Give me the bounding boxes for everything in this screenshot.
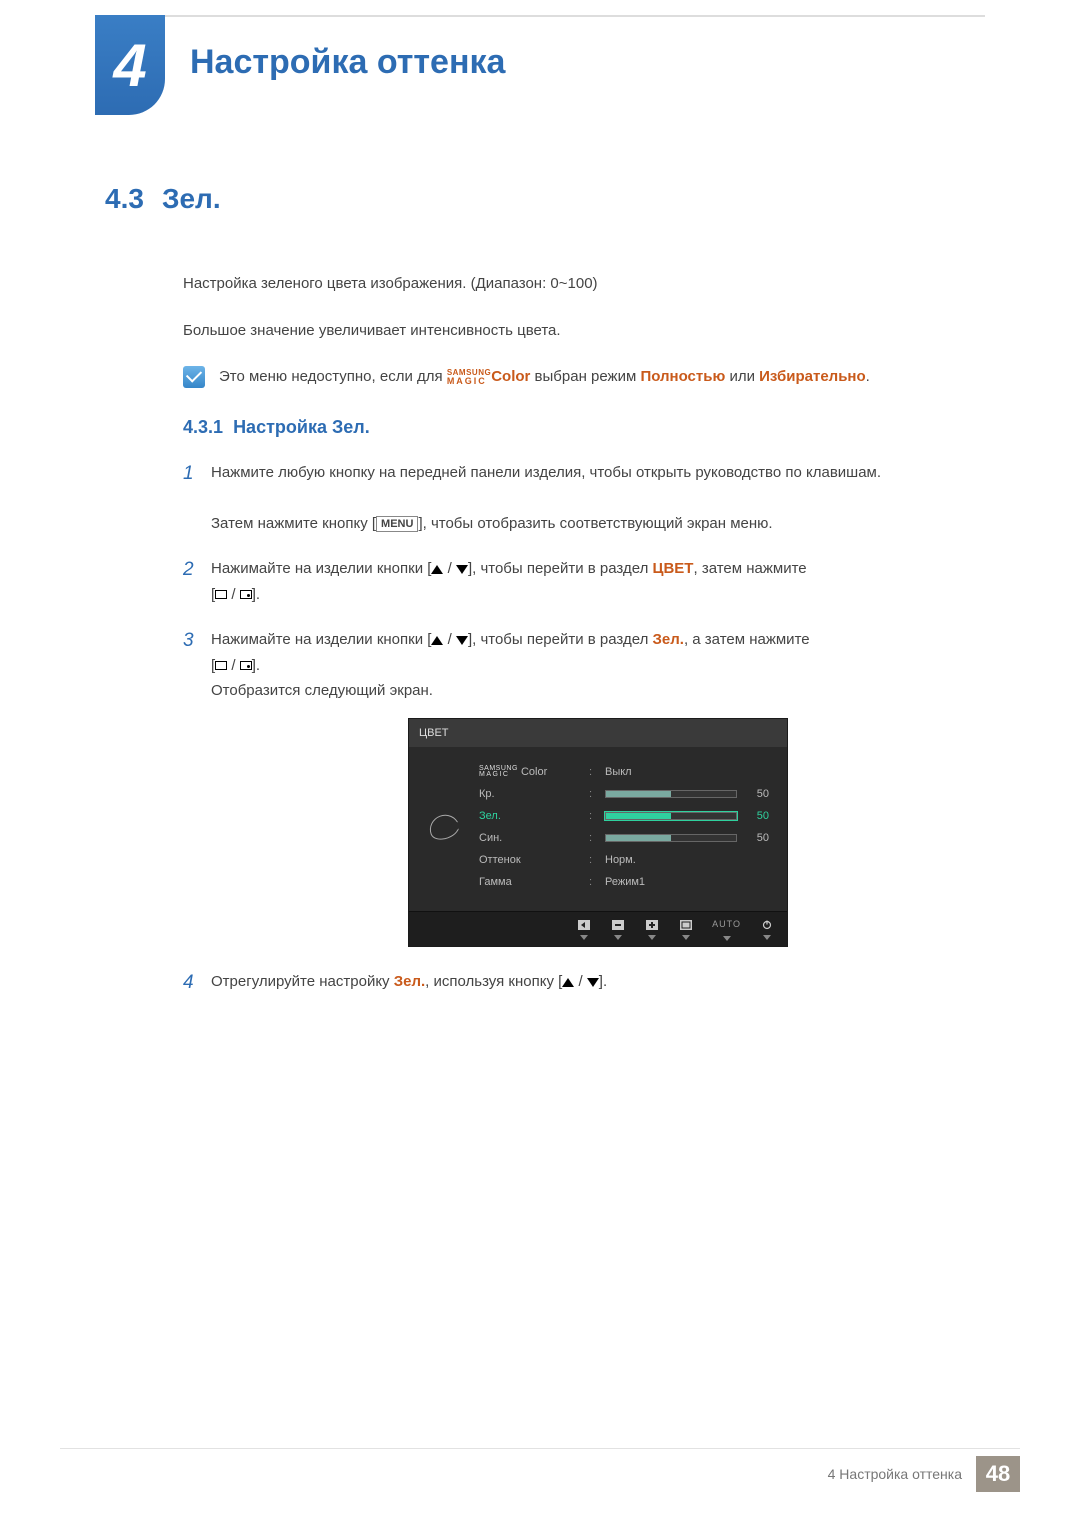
step-number: 4 bbox=[183, 967, 194, 999]
note-mid: выбран режим bbox=[530, 368, 640, 385]
osd-row-tone: Оттенок : Норм. bbox=[479, 849, 769, 871]
arrow-up-icon bbox=[431, 565, 443, 574]
step-2-target: ЦВЕТ bbox=[653, 560, 694, 577]
header-rule bbox=[95, 15, 985, 17]
section-title: Зел. bbox=[162, 183, 221, 214]
osd-tone-val: Норм. bbox=[605, 851, 636, 870]
palette-icon bbox=[426, 811, 462, 844]
note-text: Это меню недоступно, если для SAMSUNGMAG… bbox=[219, 366, 870, 389]
step-2-post: , затем нажмите bbox=[693, 560, 806, 577]
step-4: 4 Отрегулируйте настройку Зел., использу… bbox=[183, 969, 985, 995]
magic-bottom: MAGIC bbox=[447, 377, 491, 385]
plus-small-icon bbox=[644, 919, 660, 931]
osd-magic-bottom: MAGIC bbox=[479, 772, 518, 778]
note-icon bbox=[183, 366, 205, 388]
step-1b-post: ], чтобы отобразить соответствующий экра… bbox=[418, 515, 772, 532]
step-4-mid: , используя кнопку [ bbox=[425, 973, 562, 990]
osd-label-tone: Оттенок bbox=[479, 851, 579, 870]
note-prefix: Это меню недоступно, если для bbox=[219, 368, 447, 385]
minus-small-icon bbox=[610, 919, 626, 931]
step-1-text: Нажмите любую кнопку на передней панели … bbox=[211, 464, 881, 481]
osd-label-green: Зел. bbox=[479, 807, 579, 826]
note-or: или bbox=[725, 368, 759, 385]
osd-gamma-val: Режим1 bbox=[605, 873, 645, 892]
step-3-post: , а затем нажмите bbox=[684, 631, 810, 648]
osd-slider-green bbox=[605, 812, 737, 820]
subsection-number: 4.3.1 bbox=[183, 417, 223, 437]
osd-row-red: Кр. : 50 bbox=[479, 783, 769, 805]
footer-rule bbox=[60, 1448, 1020, 1449]
chapter-number: 4 bbox=[113, 31, 146, 100]
osd-red-val: 50 bbox=[745, 785, 769, 804]
rect-icon bbox=[215, 661, 227, 670]
page-footer: 4 Настройка оттенка 48 bbox=[828, 1456, 1020, 1492]
step-2: 2 Нажимайте на изделии кнопки [ / ], что… bbox=[183, 556, 985, 607]
osd-blue-val: 50 bbox=[745, 829, 769, 848]
intro-paragraph-2: Большое значение увеличивает интенсивнос… bbox=[183, 320, 985, 343]
osd-label-magic: SAMSUNGMAGIC Color bbox=[479, 763, 579, 782]
osd-footer: AUTO bbox=[409, 911, 787, 946]
osd-row-blue: Син. : 50 bbox=[479, 827, 769, 849]
samsung-magic-logo: SAMSUNGMAGIC bbox=[447, 369, 491, 384]
step-4-target: Зел. bbox=[394, 973, 425, 990]
note-row: Это меню недоступно, если для SAMSUNGMAG… bbox=[183, 366, 985, 389]
osd-row-gamma: Гамма : Режим1 bbox=[479, 871, 769, 893]
osd-title: ЦВЕТ bbox=[409, 719, 787, 748]
step-number: 3 bbox=[183, 625, 194, 657]
section-heading: 4.3 Зел. bbox=[105, 183, 985, 215]
chapter-tab: 4 bbox=[95, 15, 165, 115]
arrow-up-icon bbox=[562, 978, 574, 987]
step-4-post: ]. bbox=[599, 973, 607, 990]
arrow-down-icon bbox=[456, 636, 468, 645]
step-number: 1 bbox=[183, 458, 194, 490]
enter-small-icon bbox=[678, 919, 694, 931]
subsection-title: Настройка Зел. bbox=[233, 417, 370, 437]
osd-row-magic: SAMSUNGMAGIC Color : Выкл bbox=[479, 761, 769, 783]
note-opt1: Полностью bbox=[640, 368, 725, 385]
step-3-pre: Нажимайте на изделии кнопки [ bbox=[211, 631, 431, 648]
arrow-down-icon bbox=[456, 565, 468, 574]
step-2-pre: Нажимайте на изделии кнопки [ bbox=[211, 560, 431, 577]
step-3: 3 Нажимайте на изделии кнопки [ / ], что… bbox=[183, 627, 985, 947]
note-suffix: . bbox=[866, 368, 870, 385]
step-3-mid: ], чтобы перейти в раздел bbox=[468, 631, 653, 648]
chapter-title: Настройка оттенка bbox=[190, 43, 505, 82]
step-4-pre: Отрегулируйте настройку bbox=[211, 973, 394, 990]
rect-dot-icon bbox=[240, 661, 252, 670]
osd-label-gamma: Гамма bbox=[479, 873, 579, 892]
subsection-heading: 4.3.1 Настройка Зел. bbox=[183, 417, 985, 438]
osd-slider-blue bbox=[605, 834, 737, 842]
page-number: 48 bbox=[976, 1456, 1020, 1492]
step-2-mid: ], чтобы перейти в раздел bbox=[468, 560, 653, 577]
osd-row-green: Зел. : 50 bbox=[479, 805, 769, 827]
section-number: 4.3 bbox=[105, 183, 144, 214]
osd-magic-suffix: Color bbox=[518, 766, 547, 778]
step-1b-pre: Затем нажмите кнопку [ bbox=[211, 515, 376, 532]
step-1: 1 Нажмите любую кнопку на передней панел… bbox=[183, 460, 985, 537]
auto-label: AUTO bbox=[712, 917, 741, 932]
step-3-after: Отобразится следующий экран. bbox=[211, 682, 433, 699]
intro-paragraph-1: Настройка зеленого цвета изображения. (Д… bbox=[183, 273, 985, 296]
osd-green-val: 50 bbox=[745, 807, 769, 826]
arrow-down-icon bbox=[587, 978, 599, 987]
menu-button-icon: MENU bbox=[376, 516, 418, 532]
osd-label-red: Кр. bbox=[479, 785, 579, 804]
rect-dot-icon bbox=[240, 590, 252, 599]
power-small-icon bbox=[759, 919, 775, 931]
rect-icon bbox=[215, 590, 227, 599]
osd-label-blue: Син. bbox=[479, 829, 579, 848]
note-opt2: Избирательно bbox=[759, 368, 866, 385]
osd-screenshot: ЦВЕТ SAMSUNGMAGIC Color bbox=[408, 718, 788, 948]
step-number: 2 bbox=[183, 554, 194, 586]
note-color-word: Color bbox=[491, 368, 530, 385]
footer-text: 4 Настройка оттенка bbox=[828, 1466, 962, 1482]
arrow-up-icon bbox=[431, 636, 443, 645]
step-3-target: Зел. bbox=[653, 631, 684, 648]
back-small-icon bbox=[576, 919, 592, 931]
osd-magic-val: Выкл bbox=[605, 763, 632, 782]
osd-slider-red bbox=[605, 790, 737, 798]
